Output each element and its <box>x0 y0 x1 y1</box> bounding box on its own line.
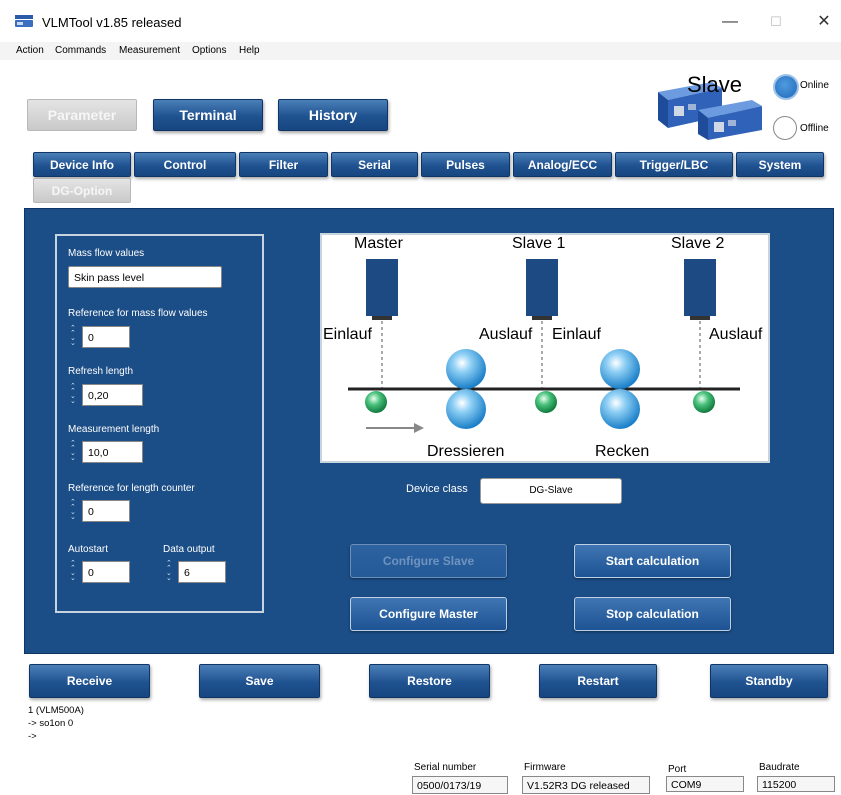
slave1-sensor-icon <box>526 259 558 320</box>
ref-mass-flow-label: Reference for mass flow values <box>68 308 208 319</box>
einlauf-master-label: Einlauf <box>323 326 372 343</box>
receive-button[interactable]: Receive <box>29 664 150 698</box>
start-calculation-button[interactable]: Start calculation <box>574 544 731 578</box>
serial-number-field: 0500/0173/19 <box>412 776 508 794</box>
diagram-graphics <box>348 259 740 433</box>
configure-master-button[interactable]: Configure Master <box>350 597 507 631</box>
minimize-button[interactable]: — <box>712 8 748 36</box>
device-status-label: Slave <box>687 72 743 97</box>
slave2-sensor-icon <box>684 259 716 320</box>
configure-slave-button[interactable]: Configure Slave <box>350 544 507 578</box>
tab-analog-ecc[interactable]: Analog/ECC <box>513 152 612 177</box>
recken-top-roll-icon <box>600 349 640 389</box>
ref-length-counter-spinner-icon[interactable]: ⌃ ⌃ ⌄ ⌄ <box>70 499 80 522</box>
maximize-button[interactable]: ☐ <box>758 8 794 36</box>
refresh-length-label: Refresh length <box>68 366 134 377</box>
menu-measurement[interactable]: Measurement <box>119 45 180 56</box>
online-radio[interactable] <box>773 74 799 100</box>
offline-label: Offline <box>800 123 829 134</box>
log-line: 1 (VLM500A) <box>28 705 84 716</box>
refresh-length-input[interactable]: 0,20 <box>82 384 143 406</box>
direction-arrow-icon <box>414 423 424 433</box>
process-diagram: Master Slave 1 Slave 2 Einlauf Auslauf E… <box>320 233 770 463</box>
baudrate-label: Baudrate <box>759 762 800 773</box>
refresh-length-spinner-icon[interactable]: ⌃ ⌃ ⌄ ⌄ <box>70 383 80 406</box>
autostart-label: Autostart <box>68 544 109 555</box>
autostart-input[interactable]: 0 <box>82 561 130 583</box>
ref-mass-flow-spinner-icon[interactable]: ⌃ ⌃ ⌄ ⌄ <box>70 325 80 348</box>
slave2-label: Slave 2 <box>671 235 725 252</box>
device-class-field: DG-Slave <box>480 478 622 504</box>
tab-device-info[interactable]: Device Info <box>33 152 131 177</box>
ref-length-counter-input[interactable]: 0 <box>82 500 130 522</box>
mass-flow-select[interactable]: Skin pass level <box>68 266 222 288</box>
measurement-length-spinner-icon[interactable]: ⌃ ⌃ ⌄ ⌄ <box>70 440 80 463</box>
device-class-label: Device class <box>406 483 468 495</box>
standby-button[interactable]: Standby <box>710 664 828 698</box>
master-sensor-icon <box>366 259 398 320</box>
parameter-button[interactable]: Parameter <box>27 99 137 131</box>
autostart-spinner-icon[interactable]: ⌃ ⌃ ⌄ ⌄ <box>70 560 80 583</box>
mass-flow-label: Mass flow values <box>68 248 145 259</box>
restore-button[interactable]: Restore <box>369 664 490 698</box>
master-wheel-icon <box>365 391 387 413</box>
log-line: -> so1on 0 <box>28 718 74 729</box>
slave2-wheel-icon <box>693 391 715 413</box>
data-output-spinner-icon[interactable]: ⌃ ⌃ ⌄ ⌄ <box>166 560 176 583</box>
measurement-length-input[interactable]: 10,0 <box>82 441 143 463</box>
auslauf-slave2-label: Auslauf <box>709 326 763 343</box>
dressieren-bottom-roll-icon <box>446 389 486 429</box>
menu-commands[interactable]: Commands <box>55 45 106 56</box>
recken-label: Recken <box>595 443 650 460</box>
ref-mass-flow-input[interactable]: 0 <box>82 326 130 348</box>
close-button[interactable]: ✕ <box>806 8 841 36</box>
data-output-input[interactable]: 6 <box>178 561 226 583</box>
serial-number-label: Serial number <box>414 762 477 773</box>
firmware-label: Firmware <box>524 762 566 773</box>
einlauf-slave1-label: Einlauf <box>552 326 601 343</box>
offline-radio[interactable] <box>773 116 797 140</box>
dressieren-label: Dressieren <box>427 443 505 460</box>
tab-trigger-lbc[interactable]: Trigger/LBC <box>615 152 733 177</box>
tab-dg-option[interactable]: DG-Option <box>33 178 131 203</box>
recken-bottom-roll-icon <box>600 389 640 429</box>
tab-serial[interactable]: Serial <box>331 152 418 177</box>
firmware-field: V1.52R3 DG released <box>522 776 650 794</box>
tab-system[interactable]: System <box>736 152 824 177</box>
tab-pulses[interactable]: Pulses <box>421 152 510 177</box>
master-label: Master <box>354 235 403 252</box>
ref-length-counter-label: Reference for length counter <box>68 483 195 494</box>
menu-options[interactable]: Options <box>192 45 226 56</box>
auslauf-slave1-label: Auslauf <box>479 326 533 343</box>
slave1-label: Slave 1 <box>512 235 566 252</box>
save-button[interactable]: Save <box>199 664 320 698</box>
app-icon <box>15 15 33 27</box>
restart-button[interactable]: Restart <box>539 664 657 698</box>
window-title: VLMTool v1.85 released <box>42 15 182 30</box>
slave1-wheel-icon <box>535 391 557 413</box>
port-label: Port <box>668 764 687 775</box>
measurement-length-label: Measurement length <box>68 424 160 435</box>
menu-help[interactable]: Help <box>239 45 260 56</box>
log-line: -> <box>28 731 37 742</box>
menu-action[interactable]: Action <box>16 45 44 56</box>
history-button[interactable]: History <box>278 99 388 131</box>
tab-control[interactable]: Control <box>134 152 236 177</box>
terminal-button[interactable]: Terminal <box>153 99 263 131</box>
dressieren-top-roll-icon <box>446 349 486 389</box>
stop-calculation-button[interactable]: Stop calculation <box>574 597 731 631</box>
tab-filter[interactable]: Filter <box>239 152 328 177</box>
data-output-label: Data output <box>163 544 215 555</box>
port-field: COM9 <box>666 776 744 792</box>
online-label: Online <box>800 80 829 91</box>
baudrate-field: 115200 <box>757 776 835 792</box>
